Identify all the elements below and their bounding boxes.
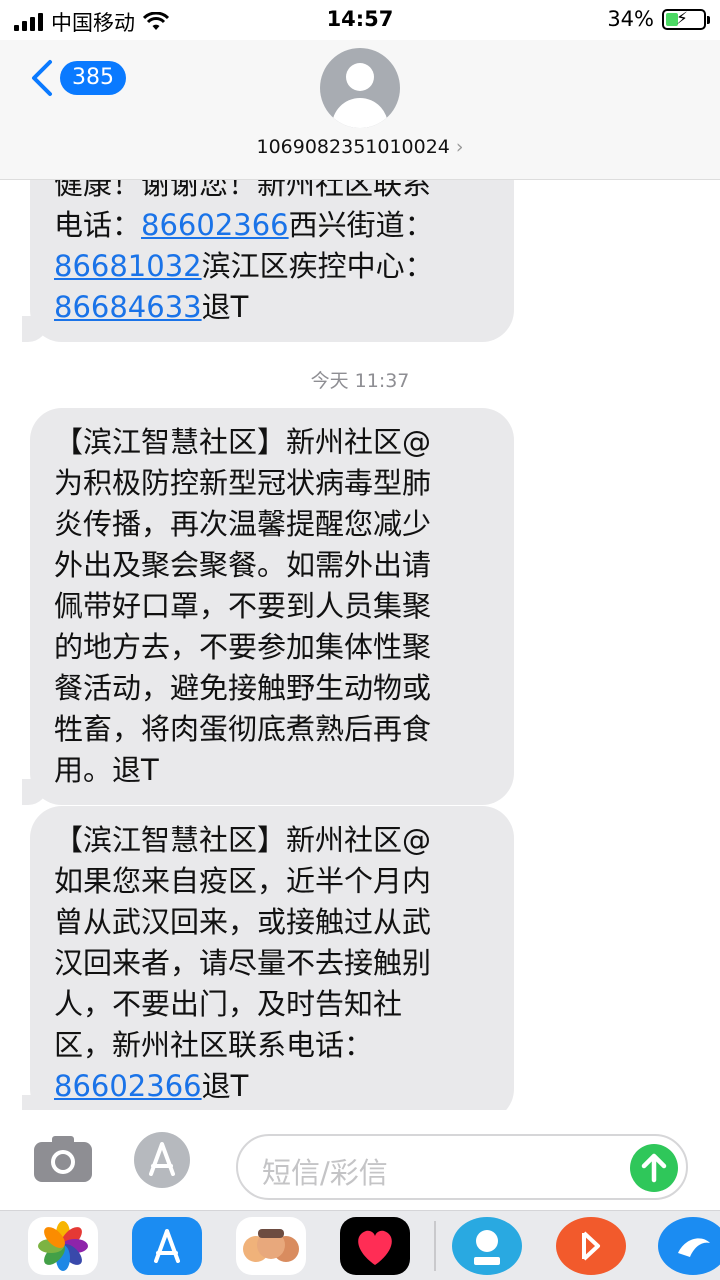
message-input[interactable]: 短信/彩信 [236, 1134, 688, 1200]
camera-icon [34, 1136, 92, 1182]
status-right: 34% ⚡ [607, 7, 710, 31]
message-line: 餐活动，避免接触野生动物或 [54, 671, 432, 705]
more-icon[interactable] [658, 1217, 720, 1275]
message-line: 区，新州社区联系电话： [54, 1028, 374, 1062]
contact-name[interactable]: 1069082351010024 › [0, 136, 720, 158]
message-line: 曾从武汉回来，或接触过从武 [54, 905, 432, 939]
timestamp-time: 11:37 [354, 370, 410, 392]
message-line: 【滨江智慧社区】新州社区@ [54, 823, 432, 857]
music-icon[interactable] [556, 1217, 626, 1275]
chevron-right-icon: › [455, 136, 464, 158]
message-input-placeholder: 短信/彩信 [262, 1156, 388, 1190]
avatar-body [332, 98, 388, 128]
message-line: 炎传播，再次温馨提醒您减少 [54, 507, 432, 541]
send-button[interactable] [630, 1144, 678, 1192]
message-text: 滨江区疾控中心： [201, 249, 434, 283]
message-bubble[interactable]: 【滨江智慧社区】新州社区@ 为积极防控新型冠状病毒型肺 炎传播，再次温馨提醒您减… [22, 408, 514, 805]
back-button[interactable]: 385 [28, 58, 126, 98]
message-line: 86602366退T [54, 1066, 490, 1107]
message-line: 人，不要出门，及时告知社 [54, 987, 403, 1021]
migu-icon[interactable] [452, 1217, 522, 1275]
compose-bar: 短信/彩信 [0, 1120, 720, 1210]
message-line: 佩带好口罩，不要到人员集聚 [54, 589, 432, 623]
message-line: 健康！谢谢您！新州社区联系 [54, 180, 432, 201]
app-store-button[interactable] [134, 1132, 190, 1188]
message-thread[interactable]: 健康！谢谢您！新州社区联系 电话：86602366西兴街道： 86681032滨… [0, 180, 720, 1110]
message-line: 牲畜，将肉蛋彻底煮熟后再食 [54, 712, 432, 746]
battery-percent: 34% [607, 7, 654, 31]
memoji-icon[interactable] [236, 1217, 306, 1275]
phone-link[interactable]: 86602366 [54, 1069, 202, 1103]
imessage-app-drawer [0, 1210, 720, 1280]
message-text: 退T [201, 1069, 249, 1103]
unread-count-badge: 385 [60, 61, 126, 95]
message-line: 汉回来者，请尽量不去接触别 [54, 946, 432, 980]
photos-icon[interactable] [28, 1217, 98, 1275]
message-text: 西兴街道： [288, 208, 434, 242]
battery-icon: ⚡ [662, 8, 710, 30]
camera-button[interactable] [32, 1134, 94, 1184]
message-bubble[interactable]: 【滨江智慧社区】新州社区@ 如果您来自疫区，近半个月内 曾从武汉回来，或接触过从… [22, 806, 514, 1110]
message-line: 外出及聚会聚餐。如需外出请 [54, 548, 432, 582]
timestamp-day: 今天 [310, 370, 349, 392]
message-line: 【滨江智慧社区】新州社区@ [54, 425, 432, 459]
phone-link[interactable]: 86681032 [54, 249, 202, 283]
message-line: 86681032滨江区疾控中心： [54, 246, 490, 287]
message-line: 用。退T [54, 753, 159, 787]
app-store-icon [149, 1142, 175, 1176]
avatar-head [346, 63, 374, 91]
arrow-up-icon [641, 1153, 667, 1183]
message-line: 的地方去，不要参加集体性聚 [54, 630, 432, 664]
message-timestamp: 今天 11:37 [0, 366, 720, 393]
sender-number: 1069082351010024 [256, 136, 450, 158]
message-line: 电话：86602366西兴街道： [54, 205, 490, 246]
conversation-header: 385 1069082351010024 › [0, 40, 720, 180]
phone-link[interactable]: 86602366 [141, 208, 289, 242]
chevron-left-icon [32, 60, 52, 96]
message-line: 为积极防控新型冠状病毒型肺 [54, 466, 432, 500]
app-store-icon[interactable] [132, 1217, 202, 1275]
phone-link[interactable]: 86684633 [54, 290, 202, 324]
message-text: 电话： [54, 208, 142, 242]
message-line: 86684633退T [54, 287, 490, 328]
message-line: 如果您来自疫区，近半个月内 [54, 864, 432, 898]
dock-separator [434, 1221, 436, 1271]
status-bar: 中国移动 14:57 34% ⚡ [0, 0, 720, 40]
message-text: 退T [201, 290, 249, 324]
message-bubble[interactable]: 健康！谢谢您！新州社区联系 电话：86602366西兴街道： 86681032滨… [22, 180, 514, 342]
charging-bolt-icon: ⚡ [676, 8, 688, 29]
contact-avatar[interactable] [320, 48, 400, 128]
digital-touch-icon[interactable] [340, 1217, 410, 1275]
